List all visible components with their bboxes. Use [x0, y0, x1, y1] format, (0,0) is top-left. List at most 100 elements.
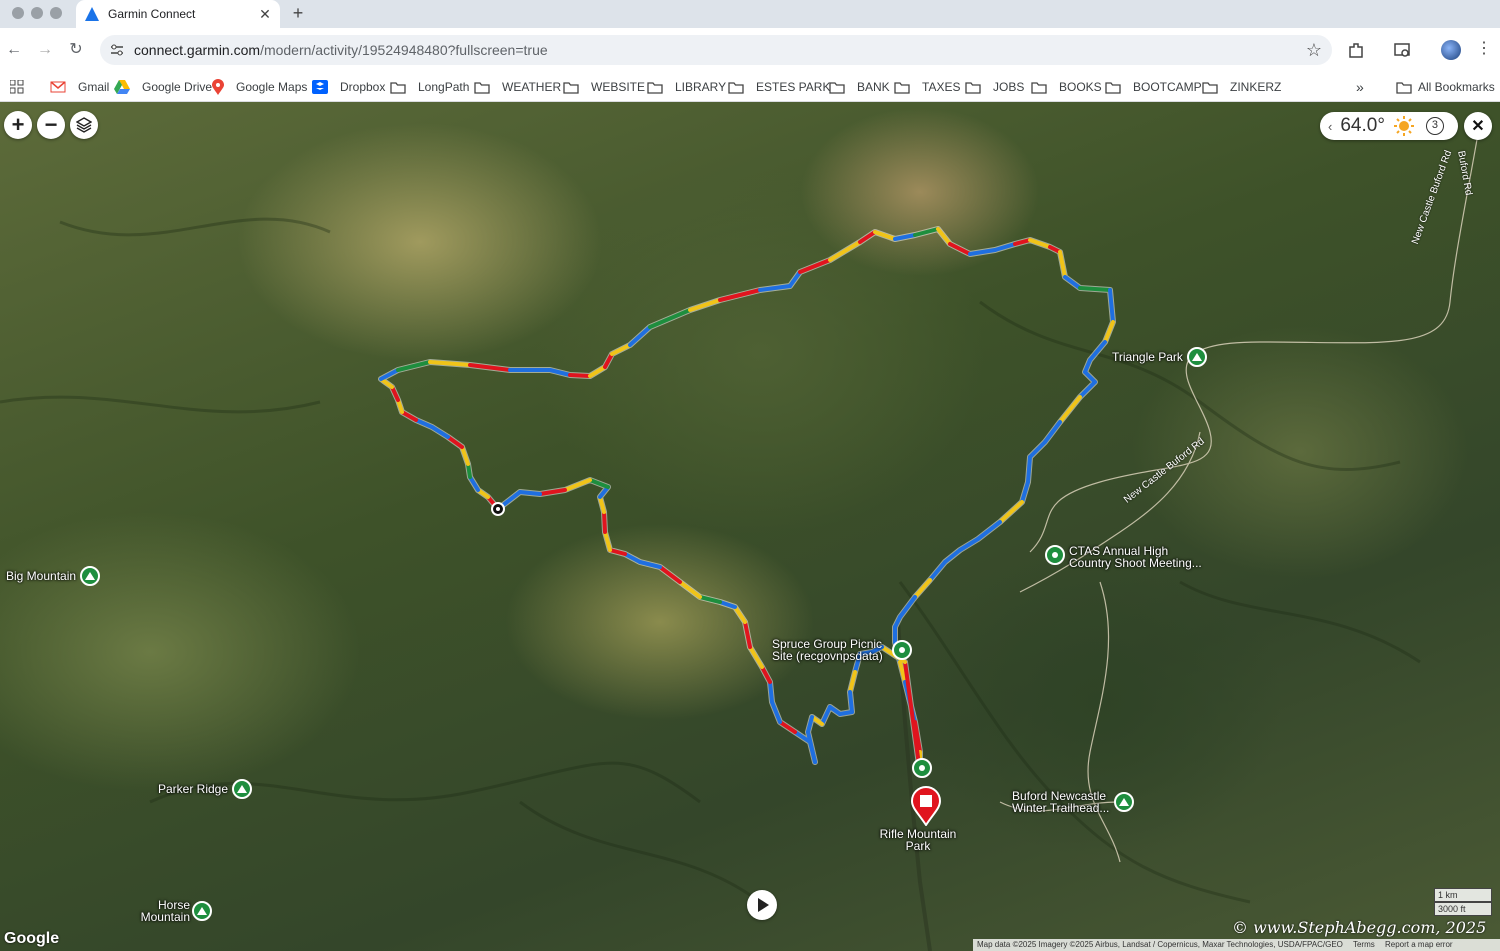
address-bar[interactable]: connect.garmin.com/modern/activity/19524…	[100, 35, 1332, 65]
close-fullscreen-button[interactable]: ✕	[1464, 112, 1492, 140]
poi-big-mountain[interactable]: Big Mountain	[6, 566, 101, 586]
scale-imperial: 3000 ft	[1434, 902, 1492, 916]
folder-icon	[474, 81, 496, 94]
poi-parker-ridge[interactable]: Parker Ridge	[158, 779, 253, 799]
folder-icon	[647, 81, 669, 94]
activity-map[interactable]: + − ‹ 64.0° 3 ✕ New Castle Buford Rd New…	[0, 102, 1500, 951]
zoom-in-button[interactable]: +	[4, 111, 32, 139]
chevron-left-icon[interactable]: ‹	[1328, 119, 1332, 134]
forward-button[interactable]: →	[33, 38, 57, 62]
close-window-button[interactable]	[12, 7, 24, 19]
tab-close-icon[interactable]: ✕	[258, 6, 272, 23]
play-icon	[758, 898, 769, 912]
track-segment	[998, 500, 1024, 524]
bookmark-star-icon[interactable]: ☆	[1306, 40, 1322, 61]
poi-ctas-shoot-meeting[interactable]: CTAS Annual High Country Shoot Meeting..…	[1045, 545, 1209, 569]
bookmark-label: ZINKERZ	[1230, 80, 1282, 94]
browser-titlebar: Garmin Connect ✕ +	[0, 0, 1500, 28]
track-segment	[648, 308, 692, 329]
map-layers-button[interactable]	[70, 111, 98, 139]
weather-widget[interactable]: ‹ 64.0° 3	[1320, 112, 1458, 140]
bookmark-longpath[interactable]: LongPath	[390, 77, 469, 97]
track-segment	[1058, 395, 1082, 424]
profile-avatar[interactable]	[1441, 40, 1461, 60]
bookmark-books[interactable]: BOOKS	[1031, 77, 1102, 97]
bookmark-jobs[interactable]: JOBS	[965, 77, 1024, 97]
poi-label: Spruce Group Picnic Site (recgovnpsdata)	[772, 637, 883, 663]
folder-icon	[1396, 81, 1412, 94]
peak-icon	[232, 779, 253, 799]
tab-garmin-connect[interactable]: Garmin Connect ✕	[76, 0, 280, 28]
track-segment	[1088, 340, 1107, 362]
poi-label: Triangle Park	[1112, 350, 1183, 364]
track-segment	[568, 373, 592, 378]
track-segment	[898, 595, 917, 619]
browser-menu-icon[interactable]: ⋮	[1476, 38, 1492, 58]
close-icon: ✕	[1471, 118, 1485, 135]
bookmark-label: Google Maps	[236, 80, 308, 94]
google-maps-icon	[212, 79, 230, 95]
bookmark-dropbox[interactable]: Dropbox	[312, 77, 385, 97]
wind-speed-badge: 3	[1425, 117, 1444, 135]
folder-icon	[563, 81, 585, 94]
zoom-out-button[interactable]: −	[37, 111, 65, 139]
track-segment	[678, 580, 702, 599]
search-tabs-icon[interactable]	[1393, 41, 1411, 59]
minimize-window-button[interactable]	[31, 7, 43, 19]
site-settings-icon[interactable]	[110, 43, 124, 57]
bookmark-estes-park[interactable]: ESTES PARK	[728, 77, 830, 97]
maximize-window-button[interactable]	[50, 7, 62, 19]
bookmark-label: LongPath	[418, 80, 470, 94]
track-segment	[798, 258, 832, 274]
play-replay-button[interactable]	[747, 890, 777, 920]
picnic-icon	[892, 640, 912, 660]
poi-label: Horse Mountain	[140, 898, 190, 924]
poi-triangle-park[interactable]: Triangle Park	[1112, 347, 1207, 367]
bookmark-bank[interactable]: BANK	[829, 77, 890, 97]
extensions-icon[interactable]	[1347, 41, 1365, 59]
bookmark-taxes[interactable]: TAXES	[894, 77, 960, 97]
bookmark-bootcamp[interactable]: BOOTCAMP	[1105, 77, 1202, 97]
poi-spruce-group-picnic[interactable]: Spruce Group Picnic Site (recgovnpsdata)	[772, 638, 912, 662]
poi-rifle-mountain-park[interactable]: Rifle Mountain Park	[872, 828, 964, 852]
bookmark-website[interactable]: WEBSITE	[563, 77, 645, 97]
url-path: /modern/activity/19524948480?fullscreen=…	[260, 42, 548, 58]
bookmark-gmail[interactable]: Gmail	[50, 77, 109, 97]
new-tab-button[interactable]: +	[288, 3, 308, 24]
all-bookmarks-button[interactable]: All Bookmarks	[1396, 77, 1495, 97]
back-button[interactable]: ←	[2, 38, 26, 62]
end-marker[interactable]	[910, 786, 942, 831]
poi-horse-mountain[interactable]: Horse Mountain	[136, 899, 212, 923]
terms-link[interactable]: Terms	[1353, 940, 1375, 949]
reload-button[interactable]: ↻	[64, 38, 88, 62]
map-scale[interactable]: 1 km 3000 ft	[1434, 888, 1492, 916]
start-marker[interactable]	[491, 502, 505, 516]
track-segment	[828, 240, 862, 262]
zoom-in-label: +	[11, 112, 25, 137]
track-segment	[748, 645, 764, 669]
bookmark-label: Google Drive	[142, 80, 213, 94]
bookmark-library[interactable]: LIBRARY	[647, 77, 726, 97]
bookmarks-bar: Gmail Google Drive Google Maps Dropbox LongP…	[0, 72, 1500, 102]
bookmark-google-drive[interactable]: Google Drive	[114, 77, 212, 97]
track-segment	[518, 490, 542, 496]
bookmark-label: JOBS	[993, 80, 1025, 94]
folder-icon	[965, 81, 987, 94]
poi-buford-newcastle-trailhead[interactable]: Buford Newcastle Winter Trailhead...	[1012, 790, 1134, 814]
report-error-link[interactable]: Report a map error	[1385, 940, 1453, 949]
poi-green-marker[interactable]	[912, 758, 932, 778]
apps-grid-icon[interactable]	[10, 80, 24, 94]
bookmark-label: TAXES	[922, 80, 961, 94]
bookmarks-overflow-button[interactable]: »	[1356, 77, 1364, 97]
activity-track	[378, 226, 1116, 775]
bookmark-zinkerz[interactable]: ZINKERZ	[1202, 77, 1281, 97]
google-drive-icon	[114, 80, 136, 94]
bookmark-google-maps[interactable]: Google Maps	[212, 77, 307, 97]
track-segment	[602, 510, 607, 534]
track-segment	[943, 548, 962, 564]
folder-icon	[829, 81, 851, 94]
bookmark-weather[interactable]: WEATHER	[474, 77, 561, 97]
map-canvas[interactable]	[0, 102, 1500, 951]
poi-label: CTAS Annual High Country Shoot Meeting..…	[1069, 544, 1202, 570]
url-text[interactable]: connect.garmin.com/modern/activity/19524…	[134, 42, 1306, 58]
